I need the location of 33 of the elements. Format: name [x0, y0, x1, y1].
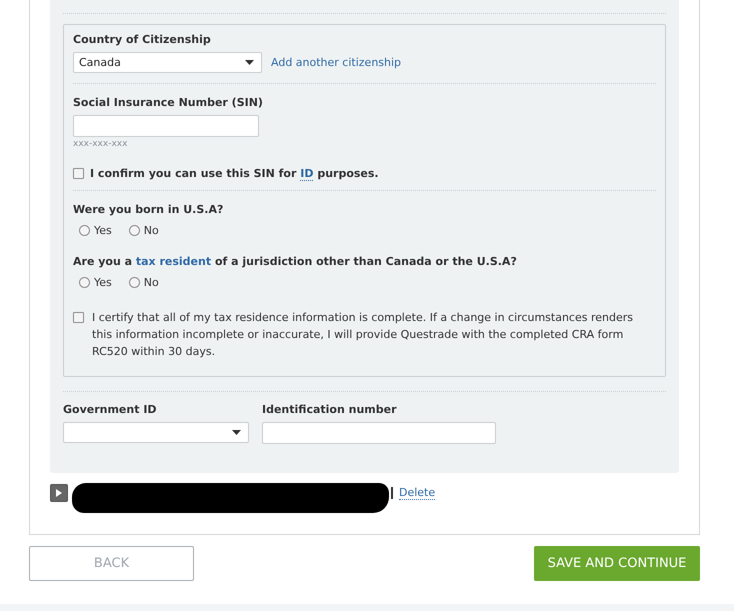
field-label: Identification number	[262, 403, 398, 417]
radio-button[interactable]	[128, 225, 140, 236]
confirm-text: I confirm you can use this SIN for ID purposes.	[90, 167, 379, 180]
caret-icon	[232, 430, 241, 435]
field-label: Social Insurance Number (SIN)	[73, 96, 264, 110]
country-select[interactable]: Canada	[73, 52, 262, 73]
sin-input[interactable]	[73, 115, 259, 137]
checkbox[interactable]	[73, 312, 84, 323]
field-hint: xxx-xxx-xxx	[73, 139, 128, 150]
field-label: Country of Citizenship	[73, 33, 212, 47]
add-citizenship-link[interactable]: Add another citizenship	[271, 56, 402, 69]
radio-label: Yes	[94, 224, 112, 237]
save-and-continue-button[interactable]: SAVE AND CONTINUE	[534, 546, 700, 581]
id-link[interactable]: ID	[300, 167, 314, 181]
radio-button[interactable]	[79, 277, 90, 288]
delete-link[interactable]: Delete	[399, 486, 436, 500]
certify-text: I certify that all of my tax residence information is complete. If a change in circumstances renders this information incomplete or inaccurate, I will provide Questrade with the completed CRA form RC520 within 30 days.	[92, 310, 634, 360]
question-text: Were you born in U.S.A?	[73, 203, 224, 217]
separator-bar	[391, 487, 393, 499]
expand-toggle[interactable]	[50, 484, 68, 502]
radio-label: Yes	[94, 276, 112, 289]
radio-label: No	[144, 224, 159, 237]
government-id-select[interactable]	[63, 422, 249, 443]
radio-button[interactable]	[79, 225, 90, 236]
radio-button[interactable]	[128, 277, 140, 288]
checkbox[interactable]	[73, 168, 84, 179]
triangle-icon	[56, 489, 62, 497]
radio-label: No	[144, 276, 159, 289]
question-text: Are you a tax resident of a jurisdiction other than Canada or the U.S.A?	[73, 255, 518, 269]
caret-icon	[245, 60, 254, 65]
tax-resident-link[interactable]: tax resident	[136, 255, 212, 268]
field-label: Government ID	[63, 403, 158, 417]
identification-number-input[interactable]	[262, 422, 496, 444]
